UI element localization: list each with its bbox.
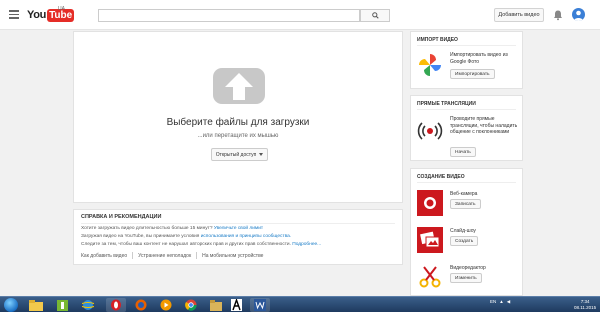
- video-editor-label: Видеоредактор: [450, 265, 486, 271]
- taskbar-media-icon[interactable]: [156, 298, 176, 312]
- video-editor-icon: [419, 266, 441, 288]
- divider: [417, 182, 516, 183]
- chevron-down-icon: [259, 153, 264, 156]
- logo-region: UA: [58, 6, 65, 12]
- increase-limit-link[interactable]: Увеличьте свой лимит: [214, 226, 263, 231]
- youtube-logo[interactable]: You Tube UA: [27, 6, 75, 22]
- live-text: Проводите прямые трансляции, чтобы налад…: [450, 116, 518, 135]
- user-icon: [574, 10, 583, 21]
- create-title: СОЗДАНИЕ ВИДЕО: [417, 174, 465, 180]
- create-slideshow-button[interactable]: Создать: [450, 236, 479, 246]
- help-line-copyright: Следите за тем, чтобы ваш контент не нар…: [81, 242, 321, 247]
- taskbar-word-icon[interactable]: [250, 298, 270, 312]
- upload-arrow-icon[interactable]: [213, 68, 265, 104]
- start-live-button[interactable]: Начать: [450, 147, 476, 157]
- help-text: Загружая видео на YouTube, вы принимаете…: [81, 234, 201, 239]
- record-button[interactable]: Записать: [450, 199, 481, 209]
- upload-panel[interactable]: Выберите файлы для загрузки ...или перет…: [73, 31, 403, 203]
- mobile-upload-link[interactable]: На мобильном устройстве: [202, 253, 263, 259]
- import-title: ИМПОРТ ВИДЕО: [417, 37, 458, 43]
- edit-video-button[interactable]: Изменить: [450, 273, 482, 283]
- top-header: You Tube UA Добавить видео: [0, 0, 600, 30]
- import-text: Импортировать видео из Google Фото: [450, 52, 508, 65]
- language-indicator[interactable]: EN: [490, 299, 496, 305]
- menu-icon[interactable]: [9, 10, 19, 19]
- help-line-limit: Хотите загружать видео длительностью бол…: [81, 226, 263, 231]
- upload-title: Выберите файлы для загрузки: [166, 117, 310, 128]
- help-text: Следите за тем, чтобы ваш контент не нар…: [81, 242, 293, 247]
- more-info-link[interactable]: Подробнее...: [292, 242, 321, 247]
- help-text: Хотите загружать видео длительностью бол…: [81, 226, 214, 231]
- clock-date: 08.11.2015: [574, 304, 597, 310]
- google-photos-icon: [419, 54, 441, 76]
- webcam-label: Веб-камера: [450, 191, 478, 197]
- live-broadcast-icon: [417, 122, 443, 140]
- taskbar-opera-icon[interactable]: [106, 298, 126, 312]
- help-line-terms: Загружая видео на YouTube, вы принимаете…: [81, 234, 291, 239]
- divider: [417, 109, 516, 110]
- terms-link[interactable]: использования и принципы сообщества.: [201, 234, 291, 239]
- search-input[interactable]: [98, 9, 360, 22]
- divider: [81, 223, 395, 224]
- divider: [132, 252, 134, 259]
- live-panel: ПРЯМЫЕ ТРАНСЛЯЦИИ Проводите прямые транс…: [410, 95, 523, 161]
- avatar[interactable]: [572, 8, 585, 21]
- logo-you-text: You: [27, 9, 47, 21]
- taskbar-ie-icon[interactable]: [78, 298, 98, 312]
- search-button[interactable]: [360, 9, 390, 22]
- create-panel: СОЗДАНИЕ ВИДЕО Веб-камера Записать Слайд…: [410, 168, 523, 296]
- live-title: ПРЯМЫЕ ТРАНСЛЯЦИИ: [417, 101, 476, 107]
- taskbar-firefox-icon[interactable]: [131, 298, 151, 312]
- privacy-label: Открытый доступ: [215, 151, 257, 158]
- bell-icon[interactable]: [552, 9, 564, 21]
- upload-subtitle: ...или перетащите их мышью: [197, 133, 279, 139]
- privacy-dropdown[interactable]: Открытый доступ: [211, 148, 268, 161]
- slideshow-icon: [417, 227, 443, 253]
- taskbar-chrome-icon[interactable]: [181, 298, 201, 312]
- taskbar-explorer-icon[interactable]: [26, 298, 46, 312]
- volume-icon[interactable]: ◀: [507, 299, 510, 305]
- taskbar-font-icon[interactable]: [226, 298, 246, 312]
- taskbar-utorrent-icon[interactable]: [52, 298, 72, 312]
- import-panel: ИМПОРТ ВИДЕО Импортировать видео из Goog…: [410, 31, 523, 89]
- help-links: Как добавить видео Устранение неполадок …: [81, 252, 263, 259]
- taskbar-folder-icon[interactable]: [206, 298, 226, 312]
- system-tray: EN ▲ ◀: [490, 299, 510, 305]
- help-panel: СПРАВКА И РЕКОМЕНДАЦИИ Хотите загружать …: [73, 209, 403, 265]
- divider: [196, 252, 198, 259]
- webcam-icon: [417, 190, 443, 216]
- how-to-upload-link[interactable]: Как добавить видео: [81, 253, 127, 259]
- clock[interactable]: 7:34 08.11.2015: [574, 299, 596, 310]
- troubleshooting-link[interactable]: Устранение неполадок: [138, 253, 191, 259]
- search-icon: [371, 12, 379, 19]
- windows-taskbar: EN ▲ ◀ 7:34 08.11.2015: [0, 296, 600, 312]
- import-button[interactable]: Импортировать: [450, 69, 495, 79]
- divider: [417, 45, 516, 46]
- upload-video-button[interactable]: Добавить видео: [494, 8, 544, 22]
- network-icon[interactable]: ▲: [499, 299, 503, 305]
- slideshow-label: Слайд-шоу: [450, 228, 476, 234]
- help-title: СПРАВКА И РЕКОМЕНДАЦИИ: [81, 214, 162, 220]
- start-button[interactable]: [4, 298, 18, 312]
